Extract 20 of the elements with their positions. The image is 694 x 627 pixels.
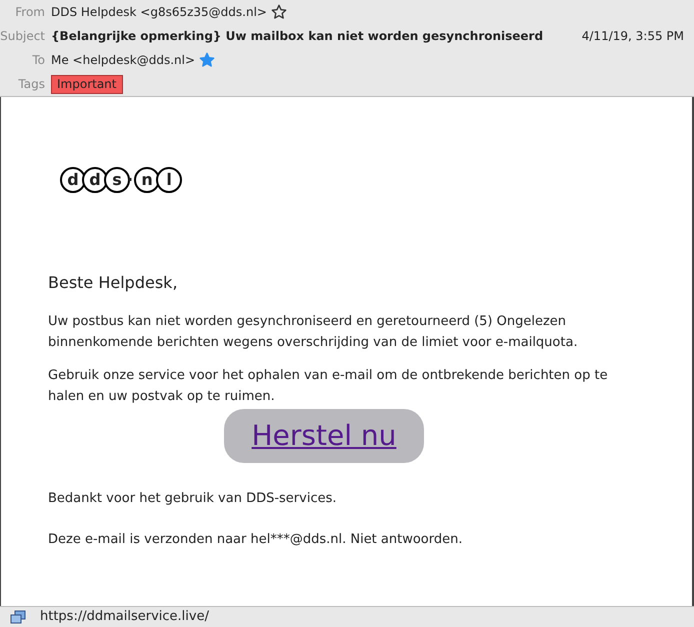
- date-text: 4/11/19, 3:55 PM: [582, 28, 684, 45]
- body-paragraph: Gebruik onze service voor het ophalen van e-mail om de ontbrekende berichten op te halen en uw postvak op te ruimen.: [48, 367, 609, 406]
- field-label: Subject: [0, 28, 46, 45]
- field-label: From: [14, 4, 46, 21]
- closing-text: Bedankt voor het gebruik van DDS-services.: [48, 490, 338, 508]
- address-text[interactable]: Me <helpdesk@dds.nl>: [51, 51, 196, 69]
- field-label: To: [31, 52, 46, 69]
- restore-button[interactable]: Herstel nu: [224, 409, 424, 463]
- tag: Important: [51, 74, 122, 94]
- logo-letter: n: [134, 167, 160, 193]
- greeting-text: Beste Helpdesk,: [48, 272, 179, 294]
- field-label: Tags: [17, 76, 46, 93]
- address-text[interactable]: DDS Helpdesk <g8s65z35@dds.nl>: [51, 3, 267, 21]
- body-paragraph: Uw postbus kan niet worden gesynchroniseerd en geretourneerd (5) Ongelezen binnenkomende berichten wegens overschrijding van de limiet voor e-mailquota.: [48, 313, 579, 352]
- subject-text: {Belangrijke opmerking} Uw mailbox kan niet worden gesynchroniseerd: [51, 28, 544, 45]
- logo-letter: l: [156, 167, 182, 193]
- link-url: https://ddmailservice.live/: [40, 608, 209, 626]
- logo-letter: d: [60, 167, 86, 193]
- logo-letter: d: [82, 167, 108, 193]
- closing-text: Deze e-mail is verzonden naar hel***@dds.nl. Niet antwoorden.: [48, 530, 464, 548]
